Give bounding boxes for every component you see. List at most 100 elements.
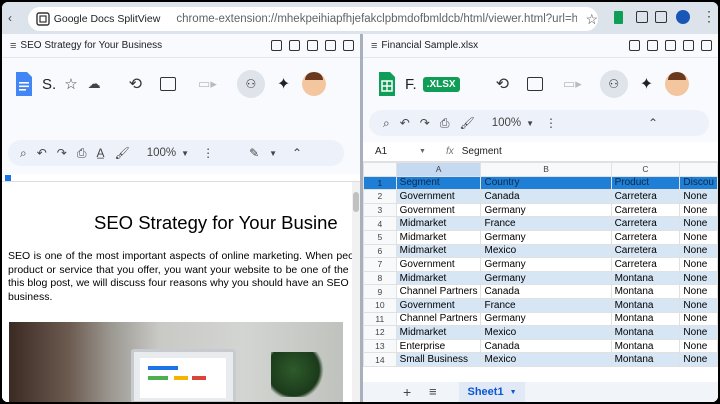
sidepanel-icon[interactable] xyxy=(655,11,667,23)
chevron-down-icon[interactable]: ▼ xyxy=(269,149,277,158)
meet-icon[interactable]: ▭▸ xyxy=(198,76,217,92)
redo-icon[interactable]: ↷ xyxy=(57,146,67,160)
avatar[interactable] xyxy=(665,72,690,96)
open-new-icon[interactable] xyxy=(307,40,318,51)
table-cell[interactable]: France xyxy=(480,297,612,313)
table-cell[interactable]: Canada xyxy=(480,284,612,299)
chevron-down-icon[interactable]: ▼ xyxy=(181,149,189,158)
zoom-select[interactable]: 100% xyxy=(492,117,521,129)
table-cell[interactable]: None xyxy=(679,243,718,259)
table-cell[interactable]: None xyxy=(679,257,718,272)
url-text[interactable]: chrome-extension://mhekpeihiapfhjefakclp… xyxy=(176,13,577,25)
row-number[interactable]: 1 xyxy=(363,175,397,191)
table-cell[interactable]: Montana xyxy=(610,297,681,313)
table-cell[interactable]: Canada xyxy=(480,338,612,354)
column-header[interactable]: A xyxy=(395,162,482,177)
row-number[interactable]: 12 xyxy=(363,325,397,340)
redo-icon[interactable]: ↷ xyxy=(420,116,430,130)
table-cell[interactable]: None xyxy=(679,202,718,218)
print-icon[interactable]: ⎙ xyxy=(440,116,450,131)
back-icon[interactable]: ‹ xyxy=(8,11,12,25)
history-icon[interactable]: ⟲ xyxy=(496,74,509,94)
table-cell[interactable]: None xyxy=(679,216,718,231)
table-cell[interactable]: Carretera xyxy=(610,257,681,272)
search-icon[interactable]: ⌕ xyxy=(20,146,27,161)
table-cell[interactable]: None xyxy=(679,352,718,367)
collapse-toolbar-icon[interactable]: ⌃ xyxy=(648,116,658,130)
sheet-tab[interactable]: Sheet1 ▼ xyxy=(459,382,525,402)
zoom-select[interactable]: 100% xyxy=(147,147,176,159)
table-cell[interactable]: None xyxy=(679,189,718,204)
table-cell[interactable]: Carretera xyxy=(610,243,681,259)
sheets-extension-icon[interactable] xyxy=(614,11,623,24)
ruler-marker[interactable] xyxy=(5,175,11,181)
table-cell[interactable]: None xyxy=(679,270,718,286)
chevron-down-icon[interactable]: ▼ xyxy=(526,119,534,128)
gemini-icon[interactable]: ✦ xyxy=(640,74,653,94)
column-header[interactable] xyxy=(679,162,718,177)
add-sheet-icon[interactable]: + xyxy=(403,384,411,400)
table-cell[interactable]: Mexico xyxy=(480,352,612,367)
table-cell[interactable]: Canada xyxy=(480,189,612,204)
doc-short-title[interactable]: S. xyxy=(42,76,56,93)
table-cell[interactable]: Midmarket xyxy=(395,229,482,245)
address-bar[interactable]: Google Docs SplitView chrome-extension:/… xyxy=(28,7,598,31)
extension-info-icon[interactable] xyxy=(36,12,50,26)
comment-icon[interactable] xyxy=(160,77,177,91)
table-cell[interactable]: Germany xyxy=(480,229,612,245)
row-number[interactable]: 11 xyxy=(363,311,397,327)
share-button[interactable]: ⚇ xyxy=(236,70,265,98)
table-cell[interactable]: None xyxy=(679,297,718,313)
table-cell[interactable]: Montana xyxy=(610,338,681,354)
row-number[interactable]: 13 xyxy=(363,338,397,354)
paint-format-icon[interactable]: 🖌 xyxy=(114,146,129,160)
paint-format-icon[interactable]: 🖌 xyxy=(459,116,474,130)
spreadsheet-grid[interactable]: A B C 1 Segment Country Product Discou 2 Gover… xyxy=(363,162,718,382)
gemini-icon[interactable]: ✦ xyxy=(277,74,290,94)
table-cell[interactable]: Midmarket xyxy=(395,216,482,231)
row-number[interactable]: 9 xyxy=(363,284,397,299)
sheet-short-title[interactable]: F. xyxy=(405,76,417,93)
share-button[interactable]: ⚇ xyxy=(599,70,628,98)
formula-input[interactable]: Segment xyxy=(462,146,502,157)
chevron-down-icon[interactable]: ▼ xyxy=(419,148,426,155)
row-number[interactable]: 2 xyxy=(363,189,397,204)
table-cell[interactable]: None xyxy=(679,338,718,354)
table-cell[interactable]: Germany xyxy=(480,311,612,327)
copy-icon[interactable] xyxy=(271,40,282,51)
close-icon[interactable] xyxy=(701,40,712,51)
meet-icon[interactable]: ▭▸ xyxy=(563,76,582,92)
column-header[interactable]: C xyxy=(610,162,681,177)
extension-puzzle-icon[interactable] xyxy=(636,11,648,23)
row-number[interactable]: 10 xyxy=(363,297,397,313)
spellcheck-icon[interactable]: A̲ xyxy=(96,146,104,160)
menu-icon[interactable]: ⋮ xyxy=(702,8,716,25)
row-number[interactable]: 14 xyxy=(363,352,397,367)
star-icon[interactable]: ☆ xyxy=(64,75,77,93)
table-cell[interactable]: Carretera xyxy=(610,189,681,204)
hamburger-icon[interactable]: ≡ xyxy=(371,40,377,52)
table-cell[interactable]: None xyxy=(679,229,718,245)
table-cell[interactable]: None xyxy=(679,325,718,340)
fullscreen-icon[interactable] xyxy=(683,40,694,51)
table-cell[interactable]: Carretera xyxy=(610,229,681,245)
name-box[interactable]: A1 xyxy=(375,146,415,157)
table-cell[interactable]: Country xyxy=(480,175,612,191)
table-cell[interactable]: Government xyxy=(395,297,482,313)
table-cell[interactable]: Montana xyxy=(610,311,681,327)
undo-icon[interactable]: ↶ xyxy=(37,146,47,160)
table-cell[interactable]: Small Business xyxy=(395,352,482,367)
row-number[interactable]: 3 xyxy=(363,202,397,218)
table-cell[interactable]: Enterprise xyxy=(395,338,482,354)
history-icon[interactable]: ⟲ xyxy=(129,74,142,94)
chevron-down-icon[interactable]: ▼ xyxy=(510,389,517,396)
table-cell[interactable]: Government xyxy=(395,189,482,204)
copy-icon[interactable] xyxy=(629,40,640,51)
select-all-corner[interactable] xyxy=(363,162,397,177)
table-cell[interactable]: Germany xyxy=(480,270,612,286)
row-number[interactable]: 6 xyxy=(363,243,397,259)
table-cell[interactable]: Midmarket xyxy=(395,270,482,286)
row-number[interactable]: 5 xyxy=(363,229,397,245)
row-number[interactable]: 4 xyxy=(363,216,397,231)
table-cell[interactable]: Discou xyxy=(679,175,718,191)
